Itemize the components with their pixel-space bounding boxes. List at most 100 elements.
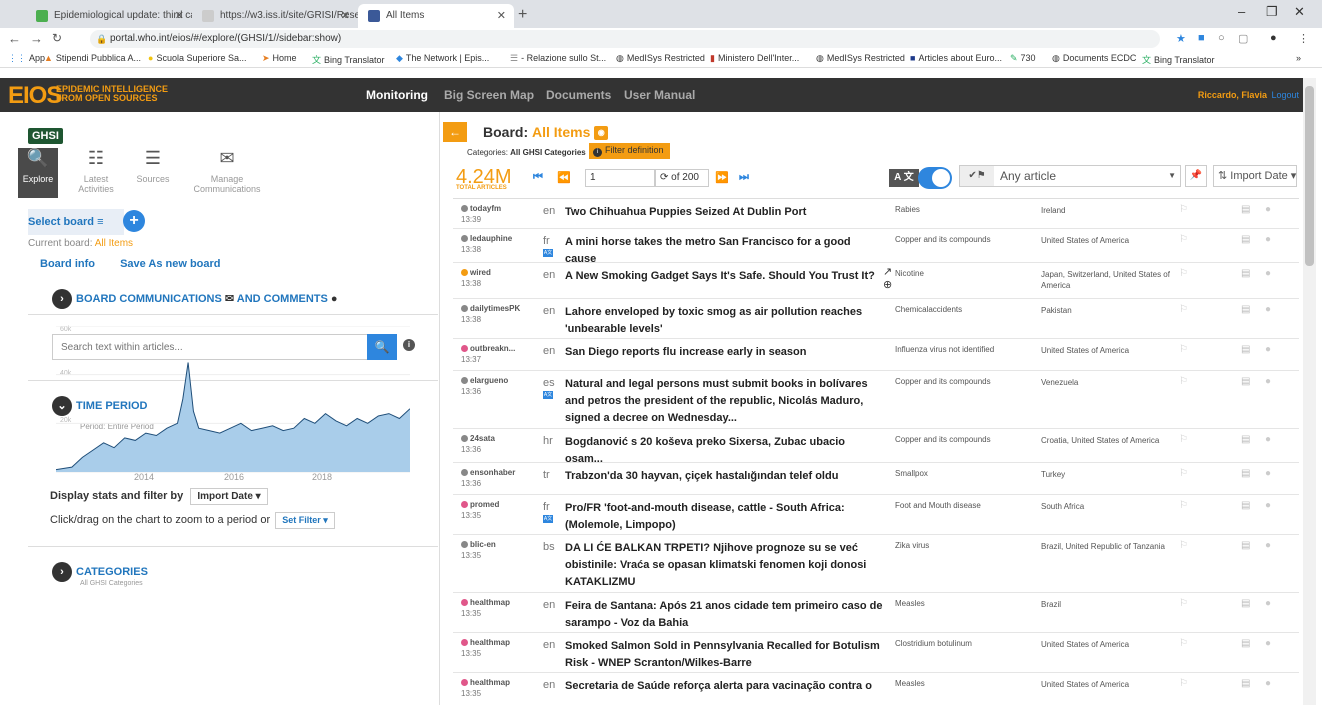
bookmark-item[interactable]: ◍ MedISys Restricted [816,53,905,64]
bookmark-item[interactable]: 文 Bing Translator [312,53,385,66]
flag-icon[interactable]: ⚐ [1179,268,1188,279]
article-title[interactable]: Two Chihuahua Puppies Seized At Dublin P… [565,204,883,221]
bookmark-item[interactable]: ■ Articles about Euro... [910,53,1002,63]
bookmarks-overflow-icon[interactable]: » [1296,53,1301,63]
flag-icon[interactable]: ⚐ [1179,500,1188,511]
comment-icon[interactable]: ● [1265,268,1271,279]
document-icon[interactable]: ▤ [1241,540,1250,551]
bookmark-item[interactable]: ▲ Stipendi Pubblica A... [44,53,141,63]
page-scrollbar[interactable] [1303,78,1316,705]
comment-icon[interactable]: ● [1265,500,1271,511]
document-icon[interactable]: ▤ [1241,678,1250,689]
extension-icon[interactable]: ▢ [1238,32,1248,45]
article-source[interactable]: 24sata [461,434,541,443]
document-icon[interactable]: ▤ [1241,638,1250,649]
rss-icon[interactable]: ◉ [594,126,609,141]
flag-icon[interactable]: ⚐ [1179,376,1188,387]
document-icon[interactable]: ▤ [1241,434,1250,445]
article-title[interactable]: San Diego reports flu increase early in … [565,344,883,361]
article-title[interactable]: Lahore enveloped by toxic smog as air po… [565,304,883,338]
translate-toggle[interactable] [918,167,952,189]
categories-toggle[interactable]: › CATEGORIES [52,562,148,582]
close-window-icon[interactable]: ✕ [1294,4,1305,20]
menu-monitoring[interactable]: Monitoring [366,88,428,102]
article-title[interactable]: Pro/FR 'foot-and-mouth disease, cattle -… [565,500,883,534]
refresh-icon[interactable]: ⟳ [660,172,668,183]
minimize-icon[interactable]: – [1238,4,1245,19]
article-title[interactable]: Natural and legal persons must submit bo… [565,376,883,427]
article-row[interactable]: 24sata 13:36 hr Bogdanović s 20 koševa prek… [453,429,1299,465]
external-link-icon[interactable]: ↗ ⊕ [883,265,892,291]
article-title[interactable]: Trabzon'da 30 hayvan, çiçek hastalığında… [565,468,883,485]
article-title[interactable]: Feira de Santana: Após 21 anos cidade te… [565,598,883,632]
article-row[interactable]: wired 13:38 en A New Smoking Gadget Says It… [453,263,1299,299]
article-row[interactable]: elargueno 13:36 es A文 Natural and legal pers… [453,371,1299,429]
maximize-icon[interactable]: ❐ [1266,4,1278,20]
bookmark-item[interactable]: ◍ MedISys Restricted [616,53,705,64]
article-title[interactable]: A New Smoking Gadget Says It's Safe. Sho… [565,268,883,285]
tool-explore[interactable]: 🔍 Explore [18,148,58,198]
menu-user-manual[interactable]: User Manual [624,88,695,102]
article-source[interactable]: ensonhaber [461,468,541,477]
flag-icon[interactable]: ⚐ [1179,204,1188,215]
article-row[interactable]: todayfm 13:39 en Two Chihuahua Puppies Seiz… [453,199,1299,229]
article-source[interactable]: dailytimesPK [461,304,541,313]
close-tab-icon[interactable]: ✕ [175,4,184,28]
extension-icon[interactable]: ○ [1218,32,1225,44]
flag-icon[interactable]: ⚐ [1179,678,1188,689]
article-title[interactable]: Smoked Salmon Sold in Pennsylvania Recal… [565,638,883,672]
comment-icon[interactable]: ● [1265,598,1271,609]
comment-icon[interactable]: ● [1265,234,1271,245]
pin-icon[interactable]: 📌 [1185,165,1207,187]
article-row[interactable]: ensonhaber 13:36 tr Trabzon'da 30 hayvan, ç… [453,463,1299,495]
filter-definition-button[interactable]: i Filter definition [589,143,670,159]
comment-icon[interactable]: ● [1265,434,1271,445]
article-source[interactable]: wired [461,268,541,277]
sort-select[interactable]: ⇅ Import Date ▾ [1213,165,1297,187]
set-filter-button[interactable]: Set Filter ▾ [275,512,335,529]
article-source[interactable]: elargueno [461,376,541,385]
article-source[interactable]: todayfm [461,204,541,213]
add-board-button[interactable]: + [123,210,145,232]
menu-big-screen-map[interactable]: Big Screen Map [444,88,534,102]
first-page-icon[interactable]: ⏮ [533,171,543,184]
comment-icon[interactable]: ● [1265,204,1271,215]
board-info-link[interactable]: Board info [40,258,95,270]
comment-icon[interactable]: ● [1265,304,1271,315]
url-field[interactable]: 🔒 portal.who.int/eios/#/explore/(GHSI/1/… [90,30,1160,48]
board-communications-toggle[interactable]: › BOARD COMMUNICATIONS ✉ AND COMMENTS ● [52,289,338,309]
flag-icon[interactable]: ⚐ [1179,468,1188,479]
bookmark-item[interactable]: ▮ Ministero Dell'Inter... [710,53,799,64]
browser-tab[interactable]: Epidemiological update: third ca ✕ [26,4,192,28]
document-icon[interactable]: ▤ [1241,376,1250,387]
article-row[interactable]: outbreakn... 13:37 en San Diego reports flu… [453,339,1299,371]
flag-icon[interactable]: ⚐ [1179,540,1188,551]
flag-icon[interactable]: ⚐ [1179,234,1188,245]
flag-icon[interactable]: ⚐ [1179,434,1188,445]
browser-menu-icon[interactable]: ⋮ [1298,32,1309,45]
bookmark-item[interactable]: 文 Bing Translator [1142,53,1215,66]
article-source[interactable]: healthmap [461,638,541,647]
article-row[interactable]: ledauphine 13:38 fr A文 A mini horse takes th… [453,229,1299,265]
document-icon[interactable]: ▤ [1241,344,1250,355]
page-number-input[interactable]: 1 [585,169,655,187]
flag-icon[interactable]: ⚐ [1179,304,1188,315]
document-icon[interactable]: ▤ [1241,500,1250,511]
article-row[interactable]: healthmap 13:35 en Feira de Santana: Após 2… [453,593,1299,633]
article-title[interactable]: DA LI ĆE BALKAN TRPETI? Njihove prognoze… [565,540,883,591]
prev-page-icon[interactable]: ⏪ [557,171,571,184]
browser-tab-active[interactable]: All Items ✕ [358,4,514,28]
bookmark-item[interactable]: ◍ Documents ECDC [1052,53,1136,64]
document-icon[interactable]: ▤ [1241,468,1250,479]
save-as-new-board-link[interactable]: Save As new board [120,258,220,270]
article-row[interactable]: blic-en 13:35 bs DA LI ĆE BALKAN TRPETI? Nj… [453,535,1299,593]
comment-icon[interactable]: ● [1265,468,1271,479]
article-source[interactable]: blic-en [461,540,541,549]
bookmark-item[interactable]: ⋮⋮ App [8,53,45,64]
scrollbar-thumb[interactable] [1305,86,1314,266]
article-filter-select[interactable]: ✔⚑ Any article ▼ [959,165,1181,187]
document-icon[interactable]: ▤ [1241,234,1250,245]
comment-icon[interactable]: ● [1265,638,1271,649]
tool-sources[interactable]: ☰ Sources [128,148,178,198]
article-row[interactable]: healthmap 13:35 en Smoked Salmon Sold in Pe… [453,633,1299,673]
